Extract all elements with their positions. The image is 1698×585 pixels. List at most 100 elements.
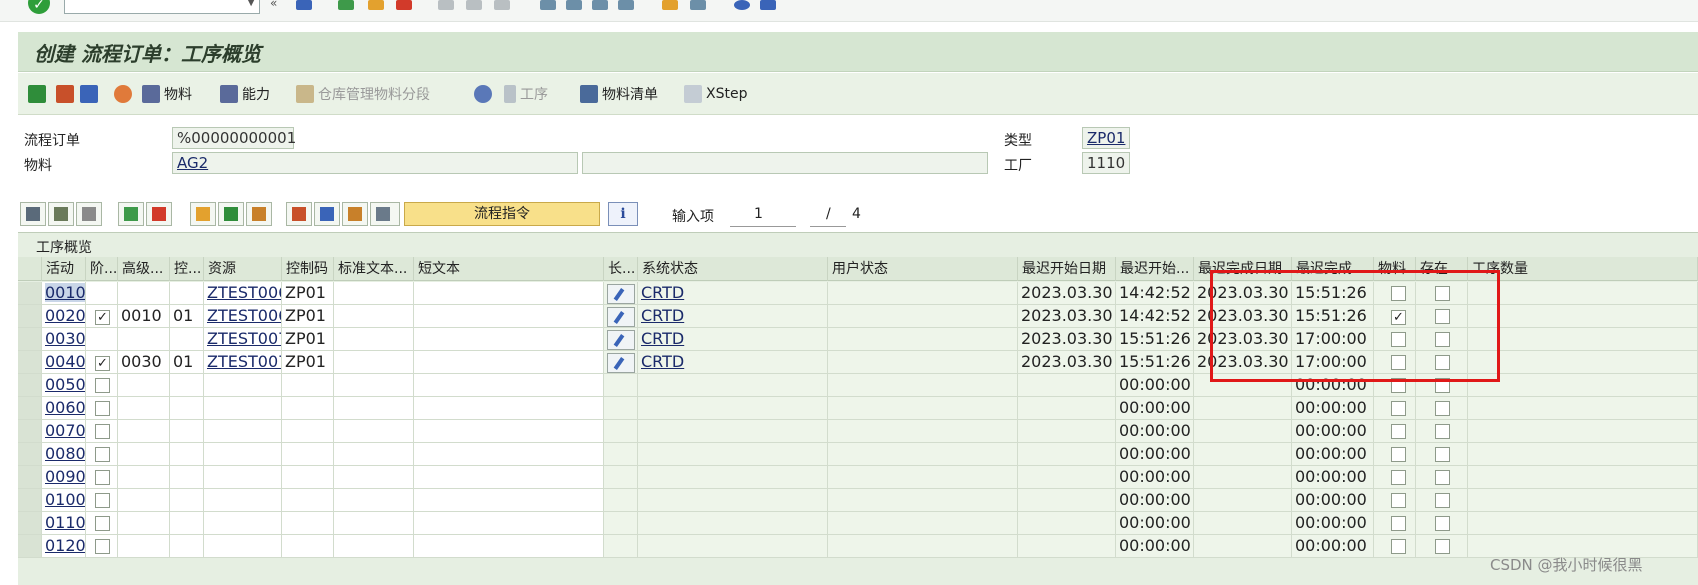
material-checkbox[interactable] (1391, 470, 1406, 485)
quantity-cell[interactable] (1468, 466, 1698, 489)
control-key-cell[interactable] (282, 466, 334, 489)
std-text-cell[interactable] (334, 443, 414, 466)
save-icon[interactable] (296, 0, 312, 10)
resource-link[interactable]: ZTEST007 (207, 352, 281, 371)
short-text-cell[interactable] (414, 397, 604, 420)
ctrl-cell[interactable] (170, 397, 204, 420)
table-row[interactable]: 0080 00:00:00 00:00:00 (18, 443, 1698, 468)
material-checkbox[interactable] (1391, 424, 1406, 439)
activity-link[interactable]: 0090 (45, 467, 85, 486)
finish-date-cell[interactable] (1194, 397, 1292, 420)
column-header[interactable]: 控制码 (282, 257, 334, 281)
activity-link[interactable]: 0100 (45, 490, 85, 509)
finish-time-cell[interactable]: 00:00:00 (1292, 466, 1374, 489)
short-text-cell[interactable] (414, 305, 604, 328)
finish-date-cell[interactable] (1194, 420, 1292, 443)
calculator-button[interactable] (80, 83, 98, 105)
quantity-cell[interactable] (1468, 282, 1698, 305)
control-key-cell[interactable]: ZP01 (282, 305, 334, 328)
user-status-cell[interactable] (828, 397, 1018, 420)
type-field[interactable]: ZP01 (1082, 127, 1130, 149)
quantity-cell[interactable] (1468, 374, 1698, 397)
row-selector[interactable] (18, 305, 42, 328)
finish-date-cell[interactable] (1194, 466, 1292, 489)
start-date-cell[interactable] (1018, 489, 1116, 512)
start-time-cell[interactable]: 14:42:52 (1116, 282, 1194, 305)
superior-cell[interactable] (118, 328, 170, 351)
control-key-cell[interactable] (282, 443, 334, 466)
system-status-link[interactable]: CRTD (641, 329, 684, 348)
sort-button[interactable] (190, 202, 216, 226)
user-status-cell[interactable] (828, 420, 1018, 443)
print-icon[interactable] (438, 0, 454, 10)
components-button[interactable] (342, 202, 368, 226)
exit-icon[interactable] (368, 0, 384, 10)
control-key-cell[interactable] (282, 512, 334, 535)
table-row[interactable]: 0110 00:00:00 00:00:00 (18, 512, 1698, 537)
std-text-cell[interactable] (334, 535, 414, 558)
column-header[interactable]: 短文本 (414, 257, 604, 281)
exists-checkbox[interactable] (1435, 470, 1450, 485)
finish-time-cell[interactable]: 00:00:00 (1292, 512, 1374, 535)
row-selector[interactable] (18, 351, 42, 374)
double-chevron-icon[interactable]: « (270, 0, 286, 10)
flag-row-button[interactable] (218, 202, 244, 226)
user-status-cell[interactable] (828, 535, 1018, 558)
column-header[interactable]: 资源 (204, 257, 282, 281)
check-button[interactable] (56, 83, 74, 105)
start-time-cell[interactable]: 00:00:00 (1116, 489, 1194, 512)
edit-text-icon[interactable] (607, 307, 635, 327)
ctrl-cell[interactable] (170, 443, 204, 466)
exists-checkbox[interactable] (1435, 447, 1450, 462)
quantity-cell[interactable] (1468, 420, 1698, 443)
column-header[interactable]: 系统状态 (638, 257, 828, 281)
short-text-cell[interactable] (414, 328, 604, 351)
activity-link[interactable]: 0080 (45, 444, 85, 463)
activity-link[interactable]: 0110 (45, 513, 85, 532)
edit-text-icon[interactable] (607, 353, 635, 373)
column-header[interactable]: 工序数量 (1468, 257, 1698, 281)
activity-link[interactable]: 0020 (45, 306, 85, 325)
activity-link[interactable]: 0040 (45, 352, 85, 371)
user-status-cell[interactable] (828, 512, 1018, 535)
superior-cell[interactable] (118, 489, 170, 512)
column-header[interactable]: 控... (170, 257, 204, 281)
insert-row-button[interactable] (118, 202, 144, 226)
quantity-cell[interactable] (1468, 443, 1698, 466)
edit-text-icon[interactable] (607, 284, 635, 304)
control-key-cell[interactable] (282, 535, 334, 558)
control-key-cell[interactable]: ZP01 (282, 282, 334, 305)
short-text-cell[interactable] (414, 489, 604, 512)
finish-date-cell[interactable] (1194, 512, 1292, 535)
column-header[interactable]: 最迟开始... (1116, 257, 1194, 281)
ctrl-cell[interactable] (170, 374, 204, 397)
std-text-cell[interactable] (334, 282, 414, 305)
exists-checkbox[interactable] (1435, 539, 1450, 554)
table-row[interactable]: 0070 00:00:00 00:00:00 (18, 420, 1698, 445)
material-checkbox[interactable] (1391, 539, 1406, 554)
start-time-cell[interactable]: 00:00:00 (1116, 420, 1194, 443)
exists-checkbox[interactable] (1435, 424, 1450, 439)
activity-link[interactable]: 0120 (45, 536, 85, 555)
start-time-cell[interactable]: 00:00:00 (1116, 443, 1194, 466)
resource-link[interactable]: ZTEST006 (207, 283, 281, 302)
start-date-cell[interactable] (1018, 420, 1116, 443)
table-row[interactable]: 0090 00:00:00 00:00:00 (18, 466, 1698, 491)
start-date-cell[interactable] (1018, 466, 1116, 489)
std-text-cell[interactable] (334, 420, 414, 443)
system-status-link[interactable]: CRTD (641, 283, 684, 302)
command-field[interactable]: ▼ (64, 0, 260, 14)
superior-cell[interactable] (118, 397, 170, 420)
material-checkbox[interactable] (1391, 447, 1406, 462)
user-status-cell[interactable] (828, 328, 1018, 351)
row-selector[interactable] (18, 374, 42, 397)
find-icon[interactable] (466, 0, 482, 10)
std-text-cell[interactable] (334, 305, 414, 328)
start-date-cell[interactable]: 2023.03.30 (1018, 328, 1116, 351)
order-field[interactable]: %00000000001 (172, 127, 296, 149)
warehouse-button[interactable]: 仓库管理物料分段 (296, 83, 430, 105)
ctrl-cell[interactable] (170, 328, 204, 351)
system-status-link[interactable]: CRTD (641, 306, 684, 325)
operation-detail-button[interactable] (286, 202, 312, 226)
superior-cell[interactable] (118, 512, 170, 535)
